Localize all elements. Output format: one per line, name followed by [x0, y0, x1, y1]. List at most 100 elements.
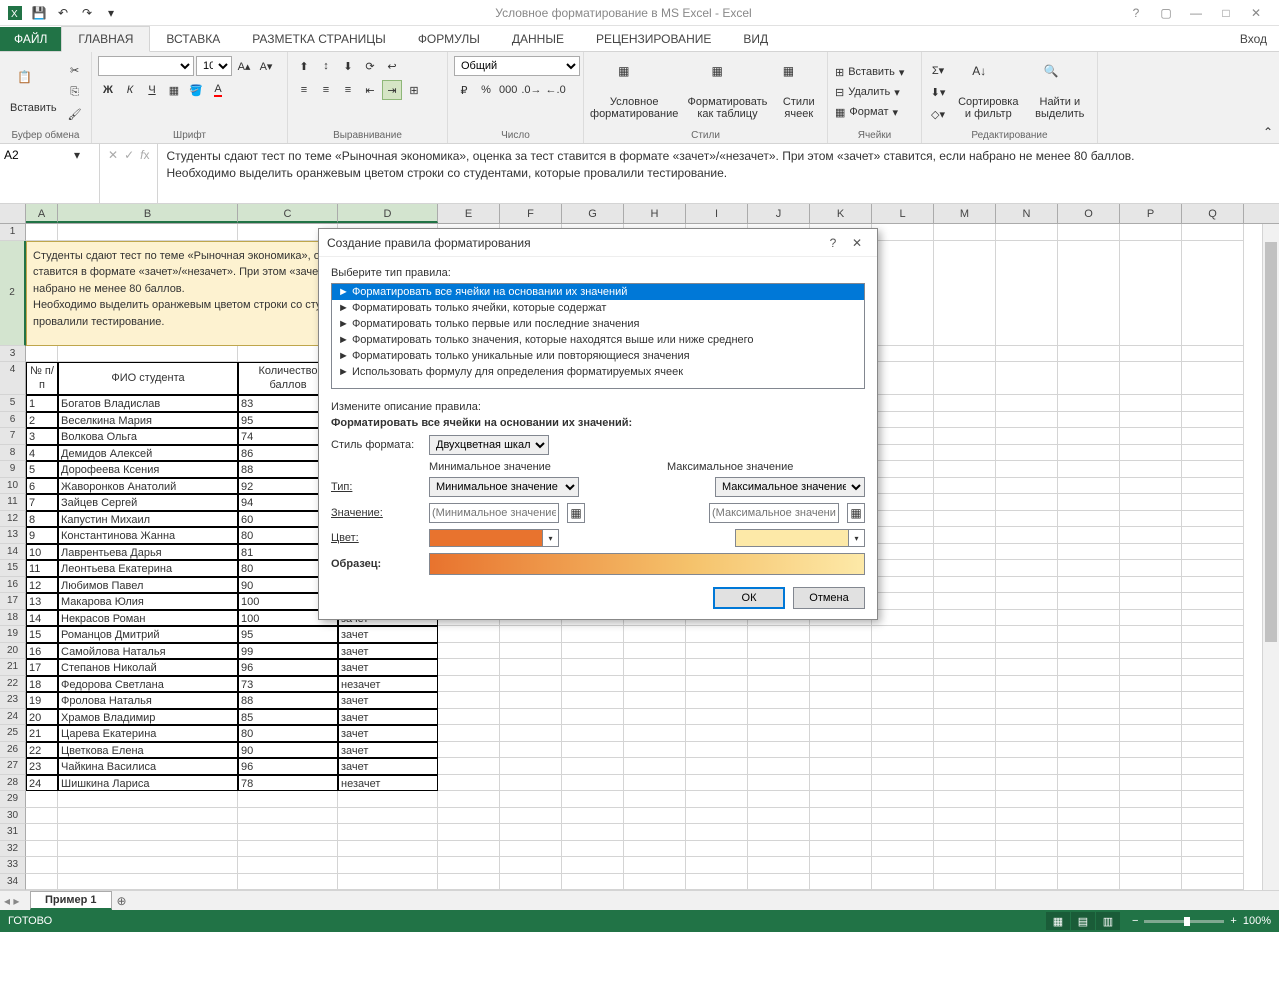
cell[interactable]	[810, 841, 872, 858]
cell[interactable]	[1182, 610, 1244, 627]
data-cell[interactable]: Веселкина Мария	[58, 412, 238, 429]
cell[interactable]	[872, 824, 934, 841]
name-box-input[interactable]	[4, 148, 74, 162]
cell[interactable]	[748, 676, 810, 693]
cell[interactable]	[1058, 224, 1120, 241]
cell[interactable]	[58, 808, 238, 825]
cell[interactable]	[238, 857, 338, 874]
data-cell[interactable]: зачет	[338, 725, 438, 742]
cell[interactable]	[934, 224, 996, 241]
cell[interactable]	[934, 775, 996, 792]
cell[interactable]	[1058, 395, 1120, 412]
cell[interactable]	[934, 593, 996, 610]
cell[interactable]	[996, 692, 1058, 709]
cell[interactable]	[1182, 362, 1244, 395]
cell[interactable]	[686, 626, 748, 643]
cell[interactable]	[1058, 593, 1120, 610]
cell[interactable]	[810, 874, 872, 891]
redo-icon[interactable]: ↷	[76, 2, 98, 24]
cell[interactable]	[810, 857, 872, 874]
cell[interactable]	[26, 346, 58, 363]
cell[interactable]	[1058, 643, 1120, 660]
cell[interactable]	[438, 626, 500, 643]
rule-type-list[interactable]: ► Форматировать все ячейки на основании …	[331, 283, 865, 389]
data-cell[interactable]: 88	[238, 692, 338, 709]
cell[interactable]	[624, 692, 686, 709]
col-header-q[interactable]: Q	[1182, 204, 1244, 223]
data-cell[interactable]: зачет	[338, 758, 438, 775]
conditional-formatting-button[interactable]: ▦ Условное форматирование	[590, 62, 678, 122]
col-header-h[interactable]: H	[624, 204, 686, 223]
row-header[interactable]: 23	[0, 692, 26, 709]
cell[interactable]	[934, 395, 996, 412]
data-cell[interactable]: Дорофеева Ксения	[58, 461, 238, 478]
cell[interactable]	[686, 676, 748, 693]
cell[interactable]	[562, 659, 624, 676]
format-style-select[interactable]: Двухцветная шкала	[429, 435, 549, 455]
ok-button[interactable]: ОК	[713, 587, 785, 609]
cell[interactable]	[624, 775, 686, 792]
cell[interactable]	[500, 659, 562, 676]
cell[interactable]	[934, 824, 996, 841]
cell[interactable]	[500, 857, 562, 874]
row-header[interactable]: 5	[0, 395, 26, 412]
cell[interactable]	[562, 758, 624, 775]
cell[interactable]	[872, 241, 934, 346]
cell[interactable]	[748, 874, 810, 891]
cell[interactable]	[438, 643, 500, 660]
cell[interactable]	[872, 643, 934, 660]
data-cell[interactable]: 73	[238, 676, 338, 693]
data-cell[interactable]: зачет	[338, 692, 438, 709]
cell[interactable]	[872, 412, 934, 429]
cell[interactable]	[238, 874, 338, 891]
cell[interactable]	[1120, 626, 1182, 643]
cell[interactable]	[1120, 791, 1182, 808]
data-cell[interactable]: 13	[26, 593, 58, 610]
cell[interactable]	[748, 758, 810, 775]
cell-styles-button[interactable]: ▦ Стили ячеек	[777, 62, 821, 122]
cell[interactable]	[1058, 610, 1120, 627]
row-header[interactable]: 26	[0, 742, 26, 759]
cell[interactable]	[562, 808, 624, 825]
minimize-icon[interactable]: —	[1185, 3, 1207, 23]
cell[interactable]	[686, 725, 748, 742]
cell[interactable]	[872, 626, 934, 643]
cell[interactable]	[1120, 758, 1182, 775]
cell[interactable]	[1058, 577, 1120, 594]
row-header[interactable]: 27	[0, 758, 26, 775]
cell[interactable]	[686, 791, 748, 808]
data-cell[interactable]: Демидов Алексей	[58, 445, 238, 462]
cell[interactable]	[1182, 560, 1244, 577]
select-all-corner[interactable]	[0, 204, 26, 223]
excel-icon[interactable]: X	[4, 2, 26, 24]
cell[interactable]	[810, 775, 872, 792]
data-cell[interactable]: Храмов Владимир	[58, 709, 238, 726]
clear-icon[interactable]: ◇▾	[928, 104, 948, 124]
cell[interactable]	[996, 824, 1058, 841]
cell[interactable]	[686, 841, 748, 858]
cell[interactable]	[872, 395, 934, 412]
row-header[interactable]: 9	[0, 461, 26, 478]
row-header[interactable]: 6	[0, 412, 26, 429]
increase-indent-icon[interactable]: ⇥	[382, 80, 402, 100]
cell[interactable]	[1120, 824, 1182, 841]
cell[interactable]	[500, 643, 562, 660]
bold-button[interactable]: Ж	[98, 80, 118, 100]
cell[interactable]	[1058, 775, 1120, 792]
cell[interactable]	[438, 659, 500, 676]
cell[interactable]	[1120, 395, 1182, 412]
cell[interactable]	[872, 775, 934, 792]
cell[interactable]	[872, 692, 934, 709]
data-cell[interactable]: Волкова Ольга	[58, 428, 238, 445]
cell[interactable]	[934, 445, 996, 462]
rule-item-3[interactable]: ► Форматировать только значения, которые…	[332, 332, 864, 348]
data-cell[interactable]: 96	[238, 659, 338, 676]
cell[interactable]	[500, 775, 562, 792]
cell[interactable]	[748, 709, 810, 726]
zoom-in-button[interactable]: +	[1230, 915, 1236, 927]
cell[interactable]	[624, 725, 686, 742]
data-cell[interactable]: 78	[238, 775, 338, 792]
cell[interactable]	[1058, 824, 1120, 841]
currency-icon[interactable]: ₽	[454, 80, 474, 100]
cell[interactable]	[1182, 346, 1244, 363]
